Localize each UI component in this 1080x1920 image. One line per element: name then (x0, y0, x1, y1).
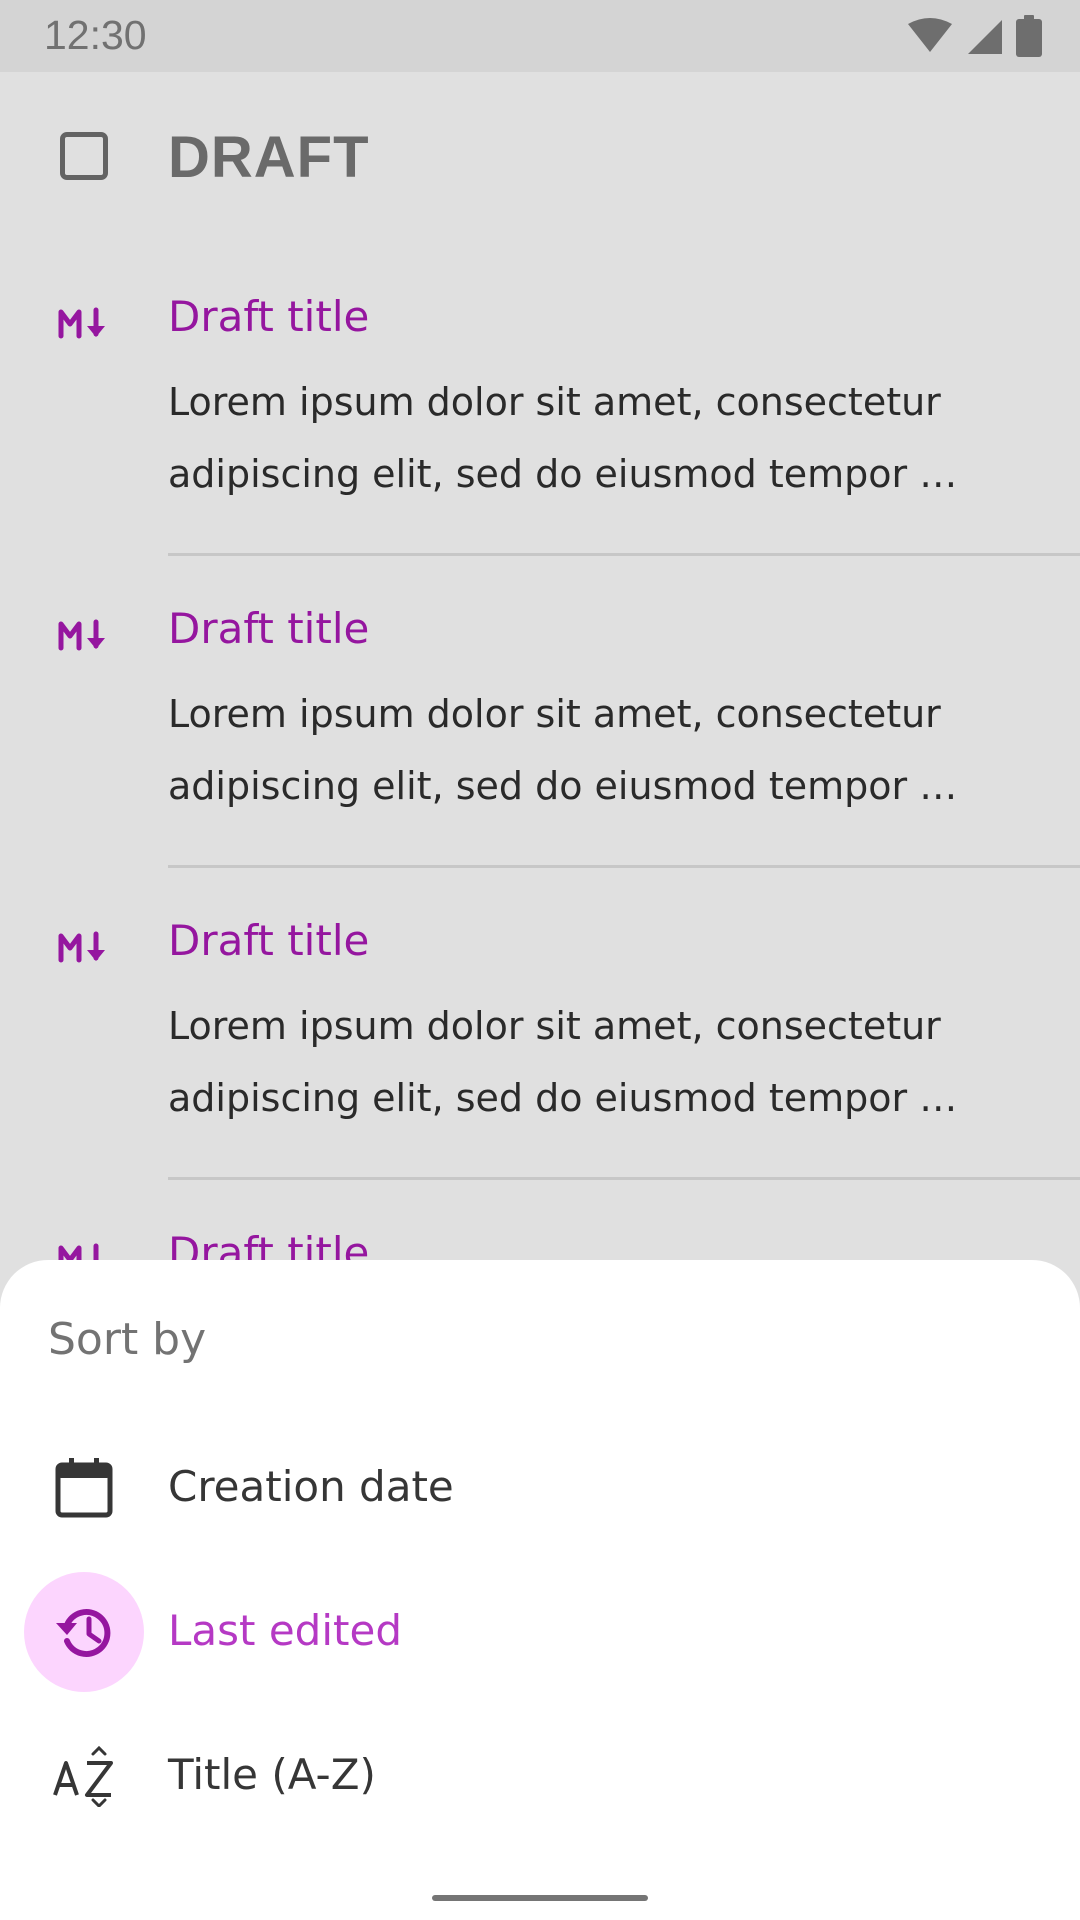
markdown-icon (58, 931, 105, 963)
app-bar: DRAFT (0, 72, 1080, 244)
draft-preview: Lorem ipsum dolor sit amet, consectetur … (168, 990, 1048, 1134)
sort-option-label: Last edited (168, 1606, 402, 1655)
calendar-icon (24, 1428, 144, 1548)
draft-preview-line: Lorem ipsum dolor sit amet, consectetur (168, 692, 941, 736)
draft-preview-line: Lorem ipsum dolor sit amet, consectetur (168, 1004, 941, 1048)
sort-option-label: Creation date (168, 1462, 454, 1511)
draft-preview: Lorem ipsum dolor sit amet, consectetur … (168, 366, 1048, 510)
draft-preview-line: adipiscing elit, sed do eiusmod tempor … (168, 452, 958, 496)
history-icon (24, 1572, 144, 1692)
draft-item[interactable]: Draft title Lorem ipsum dolor sit amet, … (0, 868, 1080, 1180)
draft-item[interactable]: Draft title Lorem ipsum dolor sit amet, … (0, 556, 1080, 868)
status-bar: 12:30 (0, 0, 1080, 72)
markdown-icon (58, 307, 105, 339)
draft-title: Draft title (168, 916, 370, 965)
sort-alphabetical-icon (24, 1716, 144, 1836)
page-title: DRAFT (168, 125, 370, 190)
status-icons (908, 15, 1042, 57)
draft-preview-line: adipiscing elit, sed do eiusmod tempor … (168, 764, 958, 808)
select-all-checkbox[interactable] (60, 132, 108, 180)
sort-bottom-sheet: Sort by Creation date Last edited Title … (0, 1260, 1080, 1920)
battery-icon (1016, 15, 1042, 57)
sort-option-creation-date[interactable]: Creation date (0, 1422, 1080, 1554)
status-time: 12:30 (44, 12, 147, 58)
draft-title: Draft title (168, 292, 370, 341)
wifi-icon (908, 18, 952, 52)
sort-option-title-a-z[interactable]: Title (A-Z) (0, 1710, 1080, 1842)
draft-title: Draft title (168, 604, 370, 653)
draft-preview-line: adipiscing elit, sed do eiusmod tempor … (168, 1076, 958, 1120)
sort-option-label: Title (A-Z) (168, 1750, 376, 1799)
home-indicator[interactable] (432, 1895, 648, 1901)
draft-preview-line: Lorem ipsum dolor sit amet, consectetur (168, 380, 941, 424)
sheet-title: Sort by (48, 1314, 207, 1365)
sort-option-last-edited[interactable]: Last edited (0, 1566, 1080, 1698)
markdown-icon (58, 619, 105, 651)
draft-preview: Lorem ipsum dolor sit amet, consectetur … (168, 678, 1048, 822)
cell-signal-icon (968, 20, 1002, 54)
draft-item[interactable]: Draft title Lorem ipsum dolor sit amet, … (0, 244, 1080, 556)
